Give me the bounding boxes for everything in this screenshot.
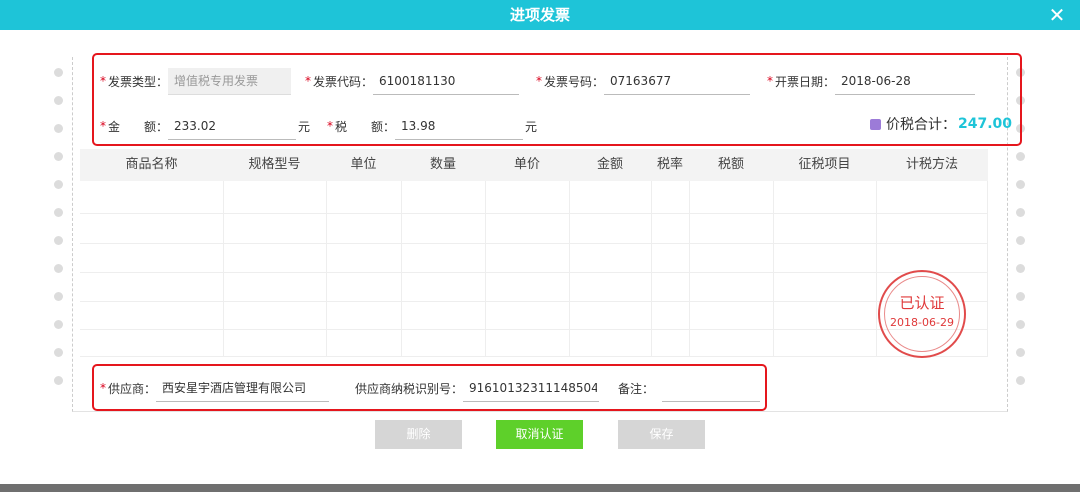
col-header: 金额 [596, 157, 623, 172]
dialog-titlebar: 进项发票 ✕ [0, 0, 1080, 30]
highlight-box-supplier [92, 364, 767, 411]
left-perforation [54, 68, 64, 404]
save-button[interactable]: 保存 [618, 420, 705, 449]
col-header: 数量 [429, 157, 456, 172]
col-header: 单价 [513, 157, 540, 172]
col-header: 规格型号 [248, 157, 301, 172]
highlight-box-header [92, 53, 1022, 146]
col-header: 商品名称 [125, 157, 178, 172]
col-header: 税率 [656, 157, 683, 172]
stamp-date: 2018-06-29 [890, 316, 954, 329]
dialog-title: 进项发票 [509, 6, 570, 24]
stamp-status: 已认证 [899, 294, 945, 312]
cancel-verify-button[interactable]: 取消认证 [496, 420, 583, 449]
items-table-header: 商品名称 规格型号 单位 数量 单价 金额 税率 税额 征税项目 计税方法 [80, 149, 988, 181]
delete-button[interactable]: 删除 [375, 420, 462, 449]
status-bar [0, 484, 1080, 492]
col-header: 税额 [717, 157, 744, 172]
col-header: 计税方法 [905, 157, 958, 172]
close-icon[interactable]: ✕ [1046, 4, 1068, 26]
col-header: 单位 [350, 157, 377, 172]
items-table-body [80, 181, 988, 357]
col-header: 征税项目 [798, 157, 851, 172]
verified-stamp: 已认证 2018-06-29 [878, 270, 966, 358]
